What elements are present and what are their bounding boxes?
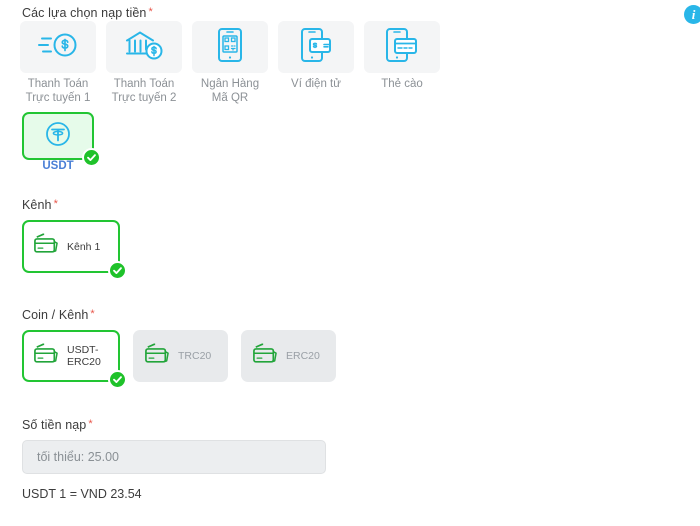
- deposit-option-label-online-payment-2: Thanh Toán Trực tuyến 2: [111, 78, 177, 104]
- phone-qr-code-icon: [214, 27, 246, 68]
- coin-option-label-erc20: ERC20: [286, 350, 320, 362]
- coin-channel-heading-text: Coin / Kênh: [22, 308, 89, 322]
- bank-coin-icon: [124, 29, 164, 66]
- coin-option-usdt-erc20[interactable]: USDT- ERC20: [22, 330, 127, 389]
- amount-input[interactable]: [22, 440, 326, 474]
- deposit-option-usdt[interactable]: [22, 112, 101, 167]
- deposit-option-online-payment-2[interactable]: [106, 21, 182, 73]
- channel-heading: Kênh *: [22, 198, 58, 212]
- channel-option-kenh-1[interactable]: Kênh 1: [22, 220, 127, 280]
- channel-heading-text: Kênh: [22, 198, 52, 212]
- stacked-cards-icon: [32, 232, 60, 261]
- coin-option-label-usdt-erc20: USDT- ERC20: [67, 344, 101, 368]
- amount-heading: Số tiền nạp *: [22, 418, 93, 432]
- info-icon[interactable]: i: [684, 5, 700, 24]
- coin-option-trc20[interactable]: TRC20: [133, 330, 228, 382]
- required-asterisk: *: [90, 308, 95, 320]
- required-asterisk: *: [148, 6, 153, 18]
- deposit-option-label-usdt: USDT: [42, 160, 74, 172]
- deposit-option-scratch-card[interactable]: [364, 21, 440, 73]
- coin-channel-row: USDT- ERC20 TRC20 ERC20: [22, 330, 336, 389]
- deposit-option-label-bank-qr: Ngân Hàng Mã QR: [200, 78, 260, 104]
- exchange-rate-text: USDT 1 = VND 23.54: [22, 487, 142, 501]
- selected-check-icon: [108, 370, 127, 389]
- deposit-option-online-payment-1[interactable]: [20, 21, 96, 73]
- deposit-option-label-online-payment-1: Thanh Toán Trực tuyến 1: [25, 78, 91, 104]
- deposit-options-row: [20, 21, 440, 73]
- amount-heading-text: Số tiền nạp: [22, 418, 87, 432]
- coin-option-label-trc20: TRC20: [178, 350, 212, 362]
- deposit-options-heading-text: Các lựa chọn nạp tiền: [22, 6, 147, 20]
- channel-option-label-kenh-1: Kênh 1: [67, 240, 101, 253]
- phone-card-icon: [384, 27, 420, 68]
- deposit-options-heading: Các lựa chọn nạp tiền *: [22, 6, 153, 20]
- deposit-option-label-e-wallet: Ví điện tử: [291, 78, 341, 90]
- stacked-cards-icon: [143, 342, 171, 371]
- selected-check-icon: [108, 261, 127, 280]
- deposit-options-labels: Thanh Toán Trực tuyến 1 Thanh Toán Trực …: [20, 77, 440, 105]
- fast-money-coin-icon: [36, 30, 80, 65]
- deposit-option-label-scratch-card: Thẻ cào: [381, 78, 423, 90]
- required-asterisk: *: [88, 418, 93, 430]
- coin-option-erc20[interactable]: ERC20: [241, 330, 336, 382]
- stacked-cards-icon: [32, 342, 60, 371]
- tether-coin-icon: [43, 119, 73, 154]
- coin-channel-heading: Coin / Kênh *: [22, 308, 95, 322]
- deposit-option-bank-qr[interactable]: [192, 21, 268, 73]
- required-asterisk: *: [53, 198, 58, 210]
- stacked-cards-icon: [251, 342, 279, 371]
- phone-wallet-icon: [299, 27, 333, 68]
- deposit-option-e-wallet[interactable]: [278, 21, 354, 73]
- deposit-page: i Các lựa chọn nạp tiền * Thanh Toán Trự…: [0, 0, 700, 526]
